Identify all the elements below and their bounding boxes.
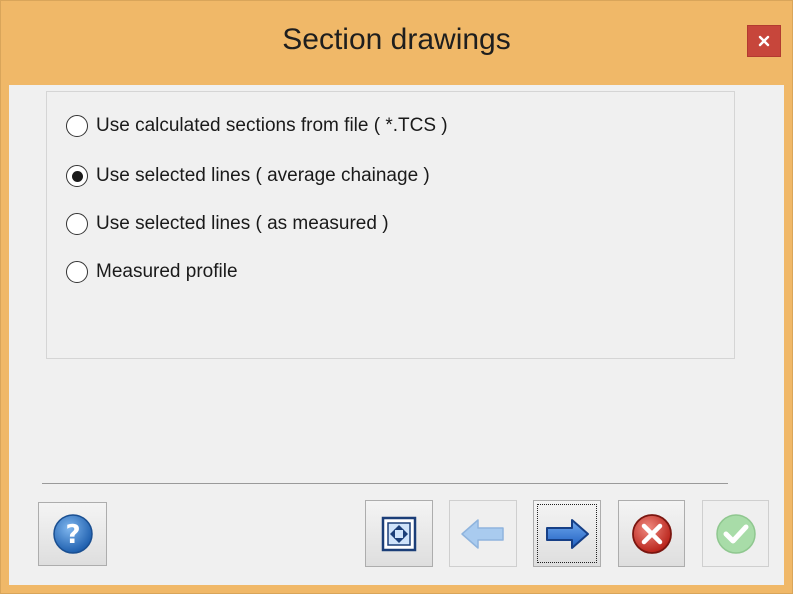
window-title: Section drawings xyxy=(282,23,511,56)
radio-option-calculated-sections[interactable]: Use calculated sections from file ( *.TC… xyxy=(66,112,448,140)
focus-ring xyxy=(537,504,597,563)
cancel-icon xyxy=(631,513,672,554)
radio-option-measured-profile[interactable]: Measured profile xyxy=(66,258,238,286)
svg-text:?: ? xyxy=(65,520,80,550)
radio-button[interactable] xyxy=(66,261,88,283)
title-bar[interactable]: Section drawings xyxy=(1,1,792,85)
radio-option-as-measured[interactable]: Use selected lines ( as measured ) xyxy=(66,210,389,238)
fit-extent-icon xyxy=(381,516,417,551)
radio-label: Use calculated sections from file ( *.TC… xyxy=(96,115,448,136)
check-icon xyxy=(715,513,756,554)
radio-button[interactable] xyxy=(66,165,88,187)
fit-extent-button[interactable] xyxy=(365,500,433,567)
cancel-button[interactable] xyxy=(618,500,685,567)
next-button[interactable] xyxy=(533,500,601,567)
radio-label: Use selected lines ( average chainage ) xyxy=(96,165,430,186)
dialog-window: Section drawings Use calculated sections… xyxy=(0,0,793,594)
separator-line xyxy=(42,483,728,484)
radio-label: Measured profile xyxy=(96,261,238,282)
radio-label: Use selected lines ( as measured ) xyxy=(96,213,389,234)
dialog-body: Use calculated sections from file ( *.TC… xyxy=(9,85,784,585)
help-icon: ? xyxy=(52,514,93,554)
back-button[interactable] xyxy=(449,500,517,567)
help-button[interactable]: ? xyxy=(38,502,107,566)
options-group: Use calculated sections from file ( *.TC… xyxy=(46,91,735,359)
close-icon xyxy=(758,35,770,47)
arrow-left-icon xyxy=(461,518,504,549)
radio-button[interactable] xyxy=(66,213,88,235)
close-button[interactable] xyxy=(747,25,781,57)
radio-button[interactable] xyxy=(66,115,88,137)
radio-option-average-chainage[interactable]: Use selected lines ( average chainage ) xyxy=(66,162,430,190)
finish-button[interactable] xyxy=(702,500,769,567)
radio-selected-dot xyxy=(71,170,83,182)
